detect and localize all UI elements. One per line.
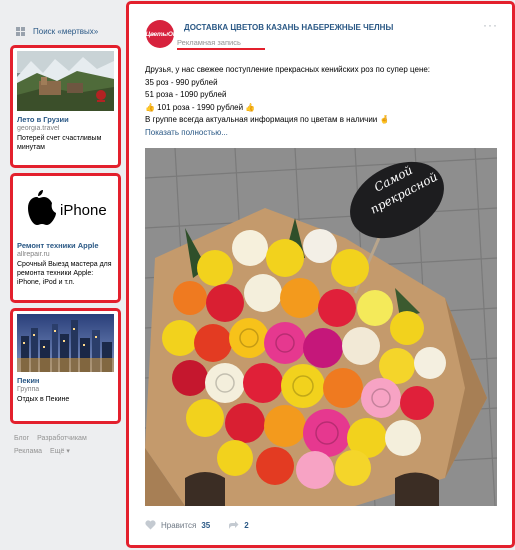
post-author-link[interactable]: ДОСТАВКА ЦВЕТОВ КАЗАНЬ НАБЕРЕЖНЫЕ ЧЕЛНЫ [184, 23, 393, 32]
ad-image-iphone[interactable]: iPhone [17, 179, 114, 237]
footer-link-developers[interactable]: Разработчикам [37, 435, 87, 442]
post-text-line: 51 роза - 1090 рублей [145, 90, 227, 99]
ad-title[interactable]: Ремонт техники Apple [17, 241, 114, 250]
post-text: Друзья, у нас свежее поступление прекрас… [145, 64, 505, 139]
show-more-link[interactable]: Показать полностью... [145, 127, 505, 140]
footer-links: Блог Разработчикам Реклама Ещё ▾ [14, 432, 124, 458]
ad-text: Потерей счет счастливым минутам [17, 135, 102, 151]
like-label: Нравится [161, 520, 197, 530]
ad-title[interactable]: Лето в Грузии [17, 115, 114, 124]
ad-text: Срочный Выезд мастера для ремонта техник… [17, 261, 112, 286]
avatar[interactable]: #ЦветыОМ [142, 20, 178, 48]
ad-card-apple-repair[interactable]: iPhone Ремонт техники Apple allrepair.ru… [10, 173, 121, 303]
ad-image-text: iPhone [60, 202, 107, 219]
like-count: 35 [201, 520, 211, 530]
footer-link-more[interactable]: Ещё ▾ [50, 448, 70, 455]
heart-icon [145, 520, 156, 530]
ad-site: georgia.travel [17, 125, 60, 132]
more-icon[interactable]: ··· [483, 19, 498, 31]
ad-site: Группа [17, 386, 40, 393]
like-button[interactable]: Нравится 35 [145, 520, 210, 530]
footer-link-ads[interactable]: Реклама [14, 448, 42, 455]
ad-card-georgia[interactable]: Лето в Грузии georgia.travel Потерей сче… [10, 45, 121, 168]
share-button[interactable]: 2 [228, 520, 249, 530]
grid-icon [16, 26, 25, 36]
ad-site: allrepair.ru [17, 251, 50, 258]
ad-image-beijing[interactable] [17, 314, 114, 372]
post-text-line: 👍 101 роза - 1990 рублей 👍 [145, 102, 256, 112]
post-actions: Нравится 35 2 [145, 520, 267, 530]
search-label[interactable]: Поиск «мертвых» [33, 27, 98, 36]
left-column: Поиск «мертвых» Лето в Грузии georgia.tr… [0, 0, 125, 550]
post-text-line: 35 роз - 990 рублей [145, 77, 218, 87]
promoted-post: #ЦветыОМ ДОСТАВКА ЦВЕТОВ КАЗАНЬ НАБЕРЕЖН… [126, 1, 515, 548]
share-icon [229, 521, 239, 529]
sidebar-search-link[interactable]: Поиск «мертвых» [16, 24, 98, 38]
footer-link-blog[interactable]: Блог [14, 435, 29, 442]
share-count: 2 [244, 520, 249, 530]
post-text-line: Друзья, у нас свежее поступление прекрас… [145, 65, 431, 74]
ad-text: Отдых в Пекине [17, 396, 70, 403]
ad-card-beijing[interactable]: Пекин Группа Отдых в Пекине [10, 308, 121, 424]
post-meta: Рекламная запись [177, 38, 241, 47]
post-photo[interactable]: Самой прекрасной [145, 148, 497, 506]
ad-title[interactable]: Пекин [17, 376, 114, 385]
ad-image-georgia[interactable] [17, 51, 114, 111]
meta-highlight-underline [177, 48, 265, 50]
post-text-line: В группе всегда актуальная информация по… [145, 115, 390, 124]
